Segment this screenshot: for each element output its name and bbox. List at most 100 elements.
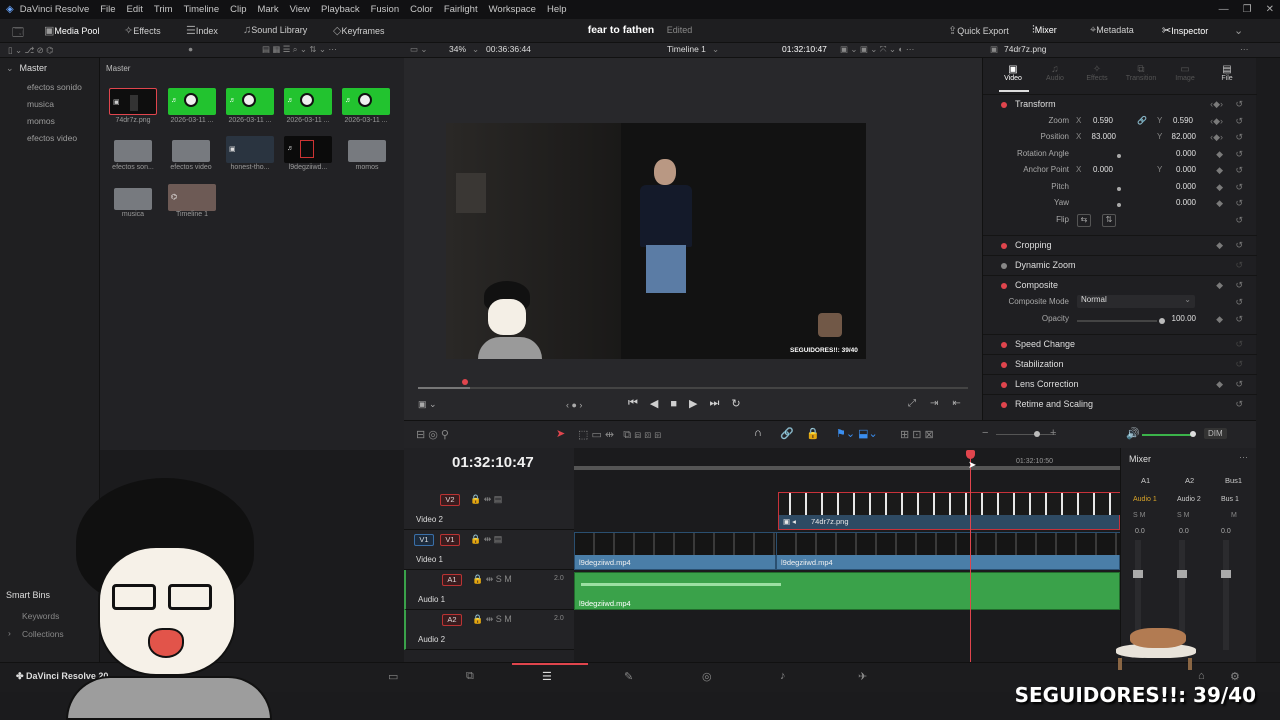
panel-toggle-icons[interactable]: ▯ ⌄ ⎇ ⊘ ⌬ (8, 45, 54, 56)
enable-dot-icon[interactable] (1001, 283, 1007, 289)
clip-v1-b[interactable]: l9degziiwd.mp4 (776, 532, 1120, 570)
link-clips-icon[interactable]: 🔗 (780, 427, 794, 440)
flip-horizontal-icon[interactable]: ⇆ (1077, 214, 1091, 227)
reset-icon[interactable]: ↺ (1235, 99, 1243, 110)
settings-gear-icon[interactable]: ⚙ (1230, 670, 1240, 683)
reset-icon[interactable]: ↺ (1235, 297, 1243, 308)
folder-icon[interactable] (348, 140, 386, 162)
solo-mute-buttons[interactable]: S M (1177, 512, 1189, 519)
workspace-switch-icon[interactable]: 🗔 (12, 24, 24, 43)
section-stabilization[interactable]: Stabilization ↺ (983, 354, 1257, 374)
minimize-icon[interactable]: — (1219, 4, 1229, 15)
viewer-options[interactable]: ▣ ⌄ (418, 399, 437, 410)
clip-v1-a[interactable]: l9degziiwd.mp4 (574, 532, 777, 570)
menu-help[interactable]: Help (547, 4, 567, 15)
folder-icon[interactable] (114, 188, 152, 210)
tab-transition[interactable]: ⧉ Transition (1121, 64, 1161, 82)
deliver-page-icon[interactable]: ✈ (858, 670, 867, 683)
flag-icon[interactable]: ⚑⌄ ⬓⌄ (836, 427, 878, 440)
viewer-option-icons[interactable]: ▣ ⌄ ▣ ⌄ ⤧ ⌄ ◐ ⋯ (840, 44, 914, 55)
bin-item[interactable]: musica (0, 95, 99, 112)
reset-icon[interactable]: ↺ (1235, 149, 1243, 160)
track-header-a2[interactable]: A2 🔒 ⇹ S M 2.0 Audio 2 (404, 610, 574, 650)
source-tag[interactable]: V1 (414, 534, 434, 546)
pitch-slider[interactable] (1117, 187, 1121, 191)
zoom-out-icon[interactable]: − (982, 427, 988, 439)
fader-handle[interactable] (1177, 570, 1187, 578)
zoom-mode-icons[interactable]: ⊞ ⊡ ⊠ (900, 428, 934, 441)
reset-icon[interactable]: ↺ (1235, 280, 1243, 291)
keyframes-button[interactable]: ◇Keyframes (333, 24, 384, 37)
enable-dot-icon[interactable] (1001, 342, 1007, 348)
collapse-icon[interactable]: ⌄ (1234, 24, 1243, 37)
track-tag[interactable]: A2 (442, 614, 462, 626)
menu-file[interactable]: File (100, 4, 115, 15)
keyframe-icon[interactable]: ◆ (1216, 314, 1223, 325)
menu-playback[interactable]: Playback (321, 4, 360, 15)
rotation-field[interactable]: 0.000 (1163, 149, 1196, 158)
jog-icon[interactable]: ‹ ● › (566, 400, 582, 410)
position-y-field[interactable]: 82.000 (1163, 132, 1196, 141)
play-icon[interactable]: ▶ (689, 397, 697, 410)
reset-icon[interactable]: ↺ (1235, 399, 1243, 410)
enable-dot-icon[interactable] (1001, 402, 1007, 408)
effects-button[interactable]: ✧Effects (124, 24, 161, 37)
track-controls-icons[interactable]: 🔒 ⇹ ▤ (470, 494, 502, 505)
timeline-selector[interactable]: Timeline 1 (667, 44, 706, 54)
edit-page-icon[interactable]: ☰ (542, 670, 552, 683)
track-header-a1[interactable]: A1 🔒 ⇹ S M 2.0 Audio 1 (404, 570, 574, 610)
mute-button[interactable]: M (1231, 512, 1237, 519)
keyframe-icon[interactable]: ◆ (1216, 165, 1223, 176)
timeline-view-icons[interactable]: ⊟ ◎ ⚲ (416, 428, 449, 441)
track-header-v2[interactable]: V2 🔒 ⇹ ▤ Video 2 (404, 490, 574, 530)
index-button[interactable]: ☰Index (186, 24, 218, 37)
clip-v2[interactable]: ▣ ◂ 74dr7z.png (778, 492, 1120, 530)
reset-icon[interactable]: ↺ (1235, 215, 1243, 226)
tab-image[interactable]: ▭ Image (1167, 64, 1203, 82)
clip-thumbnail[interactable]: ♬ (284, 88, 332, 115)
timeline-tracks[interactable]: 01:32:10:50 ▣ ◂ 74dr7z.png l9degziiwd.mp… (574, 448, 1120, 662)
track-tag[interactable]: V2 (440, 494, 460, 506)
enable-dot-icon[interactable] (1001, 362, 1007, 368)
bin-item[interactable]: efectos sonido (0, 78, 99, 95)
fader-handle[interactable] (1221, 570, 1231, 578)
reset-icon[interactable]: ↺ (1235, 379, 1243, 390)
keyframe-icon[interactable]: ◆ (1216, 379, 1223, 390)
reset-icon[interactable]: ↺ (1235, 260, 1243, 271)
fairlight-page-icon[interactable]: ♪ (780, 670, 786, 682)
anchor-y-field[interactable]: 0.000 (1163, 165, 1196, 174)
fader-track[interactable] (1221, 540, 1231, 650)
section-retime-scaling[interactable]: Retime and Scaling ↺ (983, 394, 1257, 414)
viewer-frame[interactable]: SEGUIDORES!!: 39/40 (446, 123, 866, 359)
section-cropping[interactable]: Cropping ◆ ↺ (983, 235, 1257, 255)
sound-library-button[interactable]: ♫Sound Library (243, 24, 307, 36)
zoom-level[interactable]: 34% (449, 44, 466, 54)
clip-thumbnail[interactable]: ♬ (342, 88, 390, 115)
mixer-button[interactable]: ⫶Mixer (1032, 24, 1057, 37)
clip-thumbnail[interactable]: ♬ (168, 88, 216, 115)
section-dynamic-zoom[interactable]: Dynamic Zoom ↺ (983, 255, 1257, 275)
reset-icon[interactable]: ↺ (1235, 165, 1243, 176)
clip-thumbnail[interactable]: ▣ (226, 136, 274, 163)
clip-a1[interactable]: l9degziiwd.mp4 (574, 572, 1120, 610)
match-frame-icon[interactable]: ⤢ (908, 398, 916, 409)
reset-icon[interactable]: ↺ (1235, 339, 1243, 350)
reset-icon[interactable]: ↺ (1235, 182, 1243, 193)
composite-mode-select[interactable]: Normal ⌄ (1077, 295, 1195, 308)
link-icon[interactable]: 🔗 (1137, 116, 1147, 125)
media-page-icon[interactable]: ▭ (388, 670, 398, 683)
keyframe-nav-icon[interactable]: ‹◆› (1210, 132, 1223, 143)
thumb-size-slider[interactable]: ● (188, 44, 193, 54)
reset-icon[interactable]: ↺ (1235, 314, 1243, 325)
reset-icon[interactable]: ↺ (1235, 359, 1243, 370)
media-pool-button[interactable]: ▣Media Pool (44, 24, 99, 37)
menu-fusion[interactable]: Fusion (371, 4, 400, 15)
zoom-in-icon[interactable]: + (1050, 427, 1056, 439)
yaw-slider[interactable] (1117, 203, 1121, 207)
bin-item[interactable]: momos (0, 112, 99, 129)
menu-clip[interactable]: Clip (230, 4, 246, 15)
volume-slider[interactable] (1142, 434, 1192, 436)
stop-icon[interactable]: ■ (670, 398, 677, 410)
enable-dot-icon[interactable] (1001, 382, 1007, 388)
timeline-zoom-slider[interactable] (996, 434, 1056, 435)
